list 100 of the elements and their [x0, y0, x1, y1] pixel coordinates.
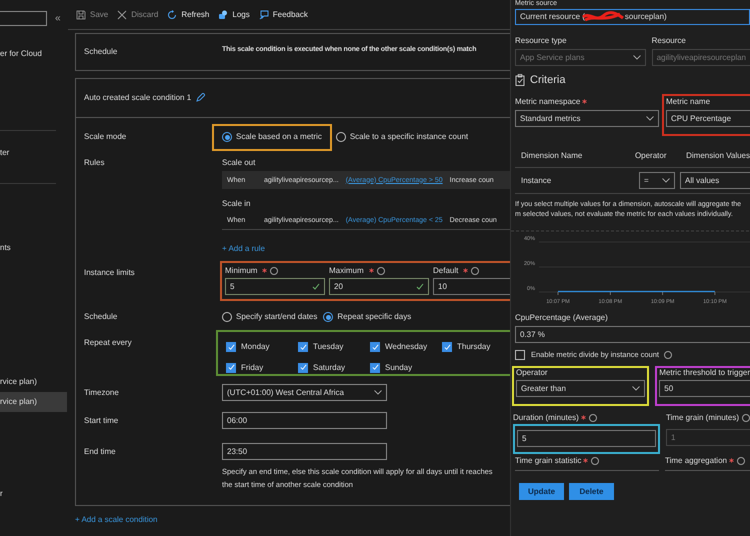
info-icon [664, 351, 672, 359]
info-icon [736, 457, 745, 465]
row-label: Schedule [84, 48, 118, 56]
section-heading: Criteria [530, 74, 566, 86]
field-label: Resource type [515, 37, 567, 45]
refresh-icon [167, 10, 178, 20]
close-icon [117, 10, 128, 20]
check-icon [228, 344, 234, 351]
sidebar-item[interactable]: ter [0, 143, 60, 163]
toolbar-button[interactable]: Feedback [258, 10, 308, 20]
toolbar-button[interactable]: Refresh [167, 10, 210, 20]
sidebar-item[interactable]: r [0, 484, 60, 504]
operator-select[interactable]: Greater than [516, 380, 646, 397]
day-checkbox[interactable]: Saturday [298, 362, 370, 374]
time-field[interactable]: 06:00 [222, 412, 387, 429]
add-condition-link[interactable]: + Add a scale condition [75, 516, 510, 524]
day-checkbox[interactable]: Friday [226, 362, 298, 374]
add-rule-link[interactable]: + Add a rule [222, 245, 510, 253]
chevron-down-icon [632, 55, 641, 60]
check-icon [300, 344, 306, 351]
check-icon [416, 282, 424, 290]
metric-name-select[interactable]: CPU Percentage [666, 110, 750, 127]
edit-icon[interactable] [195, 93, 206, 103]
chevron-down-icon [374, 390, 382, 395]
number-field[interactable]: 20 [329, 278, 429, 295]
info-icon [376, 267, 385, 275]
column-header: Operator [634, 152, 668, 160]
table-cell-text: Instance [521, 176, 552, 184]
toolbar-button[interactable]: Logs [218, 10, 250, 20]
field-label: Metric namespace [515, 98, 580, 106]
row-label: Rules [84, 159, 106, 169]
sidebar-item[interactable]: rvice plan) [0, 392, 67, 412]
required-icon [728, 458, 734, 463]
info-icon [591, 457, 600, 465]
check-icon [444, 344, 450, 351]
radio-option[interactable]: Repeat specific days [323, 312, 412, 322]
sidebar-item[interactable]: rvice plan) [0, 372, 60, 392]
sidebar-item[interactable]: er for Cloud [0, 44, 60, 64]
field-label: Duration (minutes) [513, 414, 579, 422]
redaction-mark [582, 11, 624, 23]
chevron-down-icon [646, 116, 654, 121]
row-label: Start time [84, 416, 120, 424]
day-checkbox[interactable]: Wednesday [370, 341, 442, 354]
field-label: Metric threshold to trigger [659, 369, 750, 377]
required-icon [583, 458, 588, 463]
action-button[interactable]: Update [519, 483, 564, 500]
info-icon [588, 414, 597, 422]
number-field[interactable]: 5 [225, 278, 325, 295]
radio-option[interactable]: Scale based on a metric [222, 132, 322, 142]
row-label: Repeat every [84, 339, 133, 347]
sidebar-item[interactable]: nts [0, 238, 60, 258]
threshold-field[interactable]: 50 [659, 380, 750, 397]
row-label: Schedule [84, 313, 118, 321]
info-icon [471, 267, 480, 275]
field-label: Maximum [329, 267, 364, 275]
check-icon [228, 364, 234, 372]
save-icon [76, 10, 86, 20]
field-label: Time grain statistic [515, 457, 582, 465]
check-icon [312, 282, 320, 290]
check-icon [372, 364, 378, 372]
field-label: CpuPercentage (Average) [515, 314, 608, 322]
required-icon [368, 268, 374, 273]
row-label: Instance limits [84, 269, 136, 277]
clipboard-icon [515, 74, 525, 86]
column-header: Dimension Values [686, 152, 750, 160]
logs-icon [218, 10, 228, 20]
action-button[interactable]: Delete [569, 483, 614, 500]
day-checkbox[interactable]: Thursday [442, 341, 510, 354]
required-icon [262, 268, 268, 273]
column-header: Dimension Name [521, 152, 584, 160]
day-checkbox[interactable]: Tuesday [298, 341, 370, 354]
field-label: Resource [652, 37, 686, 45]
check-icon [300, 364, 306, 372]
collapse-button[interactable]: « [55, 14, 61, 24]
day-checkbox[interactable]: Monday [226, 341, 298, 354]
radio-option[interactable]: Specify start/end dates [222, 312, 318, 322]
info-icon [270, 267, 278, 275]
namespace-select[interactable]: Standard metrics [515, 110, 659, 127]
field-label: Minimum [225, 267, 258, 275]
operator-select[interactable]: = [639, 172, 675, 189]
row-label: Timezone [84, 388, 120, 396]
dimension-values-select[interactable]: All values [680, 172, 750, 189]
required-icon [463, 268, 468, 273]
number-field[interactable]: 10 [433, 278, 510, 295]
info-icon [742, 414, 750, 422]
condition-title: Auto created scale condition 1 [84, 94, 192, 102]
field-label: Time grain (minutes) [666, 414, 739, 422]
radio-option[interactable]: Scale to a specific instance count [336, 132, 468, 142]
field-label: Metric name [666, 98, 710, 106]
chevron-down-icon [632, 386, 640, 391]
field-label: Time aggregation [665, 457, 727, 465]
day-checkbox[interactable]: Sunday [370, 362, 442, 374]
timezone-select[interactable]: (UTC+01:00) West Central Africa [222, 384, 387, 401]
check-icon [372, 344, 378, 351]
time-field[interactable]: 23:50 [222, 443, 387, 460]
search-field[interactable] [0, 11, 47, 26]
duration-field[interactable]: 5 [517, 430, 656, 447]
field-label: Default [433, 267, 458, 275]
required-icon [582, 99, 588, 104]
rule-group-title: Scale in [222, 200, 252, 208]
